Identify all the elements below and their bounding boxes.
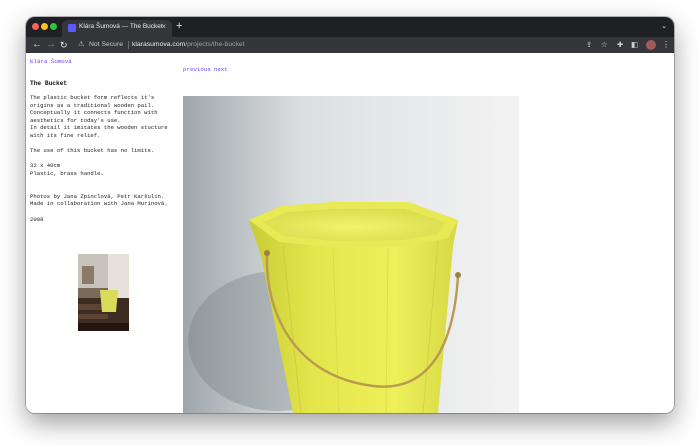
main-product-image [183, 96, 519, 413]
address-separator [128, 41, 129, 49]
credits-line: Photos by Jana Zpinclová, Petr Karšulín. [30, 192, 165, 200]
materials-text: Plastic, brass handle. [30, 169, 104, 177]
menu-icon[interactable]: ⋮ [662, 39, 670, 50]
description-line: origins as a traditional wooden pail. [30, 101, 155, 109]
chevron-down-icon[interactable]: ⌄ [661, 22, 667, 30]
active-tab[interactable]: Klára Šumová — The Bucket × [62, 20, 172, 37]
year-text: 2008 [30, 215, 44, 223]
back-icon[interactable]: ← [32, 38, 42, 52]
description-line: aesthetics for today's use. [30, 116, 121, 124]
tab-bar: Klára Šumová — The Bucket × + ⌄ [26, 17, 674, 37]
credits-line: Made in collaboration with Jana Murínová… [30, 200, 168, 208]
profile-avatar[interactable] [646, 40, 656, 50]
new-tab-button[interactable]: + [176, 20, 182, 32]
description-line: Conceptually it connects function with [30, 109, 158, 117]
url-path: /projects/the-bucket [185, 41, 245, 48]
project-navigation: previous next [183, 58, 231, 76]
url-host: klarasumova.com [132, 41, 186, 48]
author-link[interactable]: Klára Šumová [30, 58, 72, 65]
description-line: In detail it imitates the wooden stuctur… [30, 124, 168, 132]
minimize-window-button[interactable] [41, 23, 48, 30]
browser-toolbar: ← → ↻ ⚠ Not Secure klarasumova.com/proje… [26, 37, 674, 53]
star-icon[interactable]: ☆ [601, 40, 608, 50]
description-line: The use of this bucket has no limits. [30, 147, 155, 155]
browser-window: Klára Šumová — The Bucket × + ⌄ ← → ↻ ⚠ … [26, 17, 674, 413]
address-bar[interactable]: ⚠ Not Secure klarasumova.com/projects/th… [72, 39, 245, 51]
security-label: Not Secure [89, 41, 124, 48]
next-link[interactable]: next [214, 66, 228, 73]
dimensions-text: 32 x 40cm [30, 162, 61, 170]
reload-icon[interactable]: ↻ [60, 38, 68, 52]
thumbnail-image[interactable] [78, 254, 129, 331]
description-line: The plastic bucket form reflects it's [30, 94, 155, 101]
tab-close-icon[interactable]: × [161, 22, 166, 32]
previous-link[interactable]: previous [183, 66, 211, 73]
description-line: with its fine relief. [30, 131, 101, 139]
thumbnail-photo [78, 254, 129, 331]
close-window-button[interactable] [32, 23, 39, 30]
share-icon[interactable]: ⇪ [586, 40, 592, 50]
warning-icon: ⚠ [78, 41, 85, 48]
sidebar-icon[interactable]: ◧ [631, 40, 638, 50]
favicon-icon [68, 24, 76, 32]
web-page: Klára Šumová previous next The Bucket The… [26, 53, 674, 413]
extensions-icon[interactable]: ✚ [617, 40, 623, 50]
maximize-window-button[interactable] [50, 23, 57, 30]
project-title: The Bucket [30, 80, 68, 87]
bucket-photo [183, 96, 519, 413]
tab-title: Klára Šumová — The Bucket [79, 23, 163, 30]
project-description: The plastic bucket form reflects it's or… [30, 94, 180, 223]
url-text: klarasumova.com/projects/the-bucket [132, 41, 245, 48]
forward-icon[interactable]: → [46, 38, 56, 52]
